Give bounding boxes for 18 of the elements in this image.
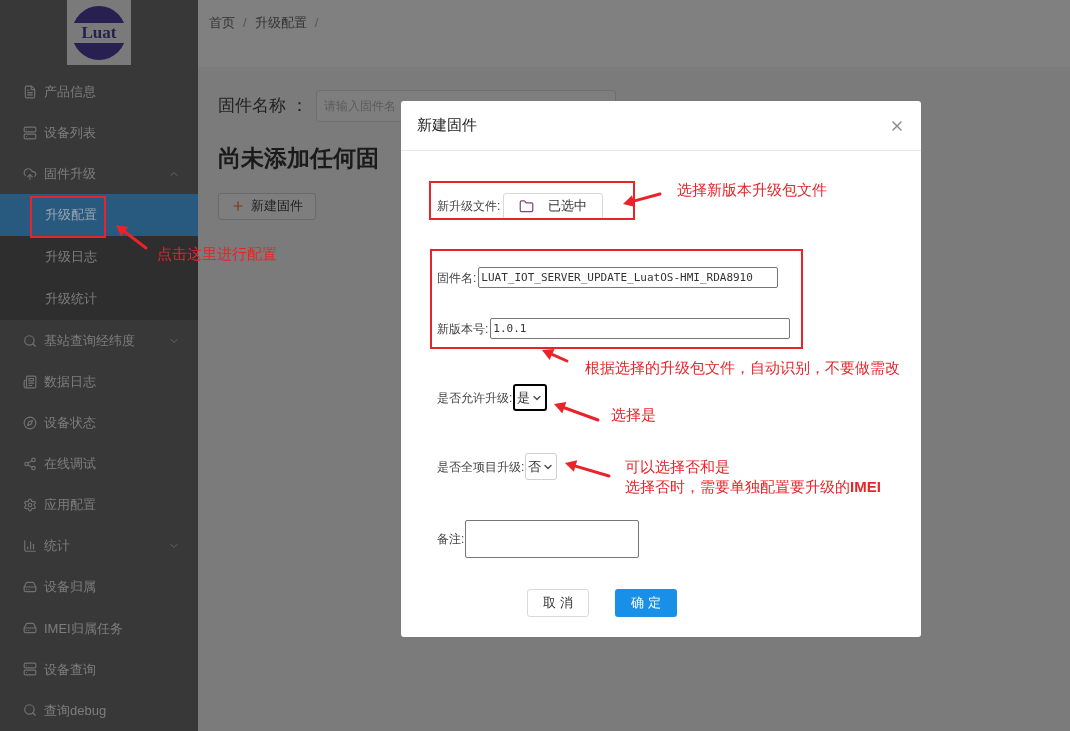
annotation-text: 根据选择的升级包文件，自动识别，不要做需改 [585, 358, 900, 378]
page-heading: 尚未添加任何固 [218, 145, 380, 173]
field-label: 备注: [437, 531, 465, 548]
dialog-title: 新建固件 [417, 115, 477, 136]
field-label: 是否全项目升级: [437, 458, 525, 476]
breadcrumb-separator: / [314, 14, 319, 32]
field-label: 新版本号: [437, 320, 489, 338]
breadcrumb-separator: / [243, 14, 247, 32]
filter-label: 固件名称 ： [218, 95, 308, 118]
logo: Luat [67, 0, 131, 65]
annotation-text: 选择新版本升级包文件 [677, 180, 827, 200]
field-label: 新升级文件: [437, 198, 501, 215]
annotation-text: 选择是 [611, 405, 656, 425]
field-label: 是否允许升级: [437, 389, 513, 407]
annotation-text: 可以选择否和是 [625, 457, 731, 477]
annotation-text: 选择否时，需要单独配置要升级的IMEI [625, 477, 881, 497]
annotation-text: 点击这里进行配置 [157, 244, 277, 264]
field-label: 固件名: [437, 269, 477, 287]
